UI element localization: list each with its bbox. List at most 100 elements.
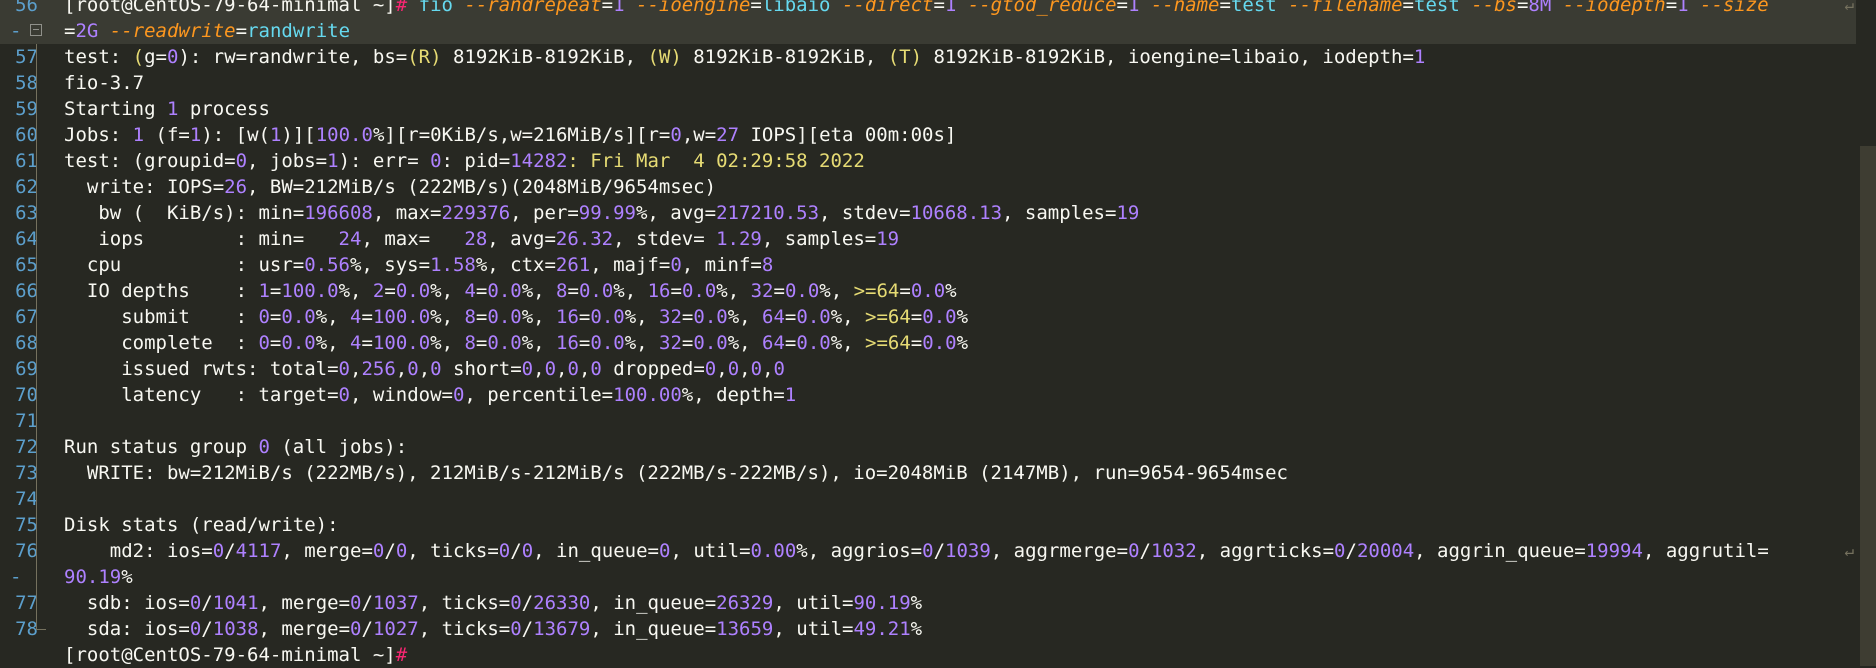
token-default: , (395, 358, 408, 380)
token-op: = (475, 280, 488, 302)
token-num: 0 (338, 358, 350, 380)
token-num: 100.0 (372, 332, 431, 354)
vertical-scrollbar[interactable] (1860, 146, 1876, 666)
token-op: = (773, 280, 785, 302)
line-number: 56 (15, 0, 38, 16)
token-default: %, (624, 306, 660, 328)
token-num: 90.19 (853, 592, 911, 614)
token-num: 0 (510, 618, 522, 640)
token-num: 217210.53 (716, 202, 820, 224)
token-num: 0.00 (750, 540, 797, 562)
token-num: 0.0 (910, 280, 946, 302)
token-num: 99.99 (578, 202, 636, 224)
token-paren: (W) (647, 46, 682, 68)
token-num: 2G (75, 20, 110, 42)
token-num: 4117 (235, 540, 282, 562)
line-content: test: (groupid=0, jobs=1): err= 0: pid=1… (64, 148, 865, 174)
token-op: = (475, 306, 488, 328)
token-num: 0 (727, 358, 740, 380)
line-content: write: IOPS=26, BW=212MiB/s (222MB/s)(20… (64, 174, 716, 200)
token-op: = (750, 0, 762, 16)
token-op: = (1516, 0, 1529, 16)
line-content: bw ( KiB/s): min=196608, max=229376, per… (64, 200, 1139, 226)
token-num: 16 (647, 280, 671, 302)
token-op: = (1665, 0, 1678, 16)
token-op: = (361, 332, 373, 354)
token-num: 1039 (945, 540, 991, 562)
token-num: 1 (269, 124, 282, 146)
token-default: %, (521, 306, 557, 328)
token-default: % (956, 332, 969, 354)
token-default: , percentile= (464, 384, 614, 406)
token-op: = (578, 306, 591, 328)
editor-line: 64 iops : min= 24, max= 28, avg=26.32, s… (0, 226, 1856, 252)
editor-line: 67 submit : 0=0.0%, 4=100.0%, 8=0.0%, 16… (0, 304, 1856, 330)
token-default: cpu : usr= (64, 254, 305, 276)
token-num: 0 (395, 540, 408, 562)
token-default: , aggrticks= (1196, 540, 1335, 562)
token-num: 0 (258, 306, 270, 328)
line-number: - (10, 566, 22, 588)
token-hash: # (395, 0, 419, 16)
token-flag: --bs (1471, 0, 1517, 16)
token-default: , (762, 358, 774, 380)
token-num: 4 (350, 306, 362, 328)
token-default: / (1345, 540, 1357, 562)
token-default: , majf= (590, 254, 671, 276)
token-default: , in_queue= (590, 592, 717, 614)
token-op: = (567, 280, 579, 302)
token-default: %, (819, 280, 854, 302)
terminal-editor[interactable]: 56 [root@CentOS-79-64-minimal ~]# fio --r… (0, 0, 1876, 666)
token-paren: ( (132, 46, 145, 68)
line-number: 76 (15, 540, 38, 562)
token-default: 8192KiB-8192KiB, (681, 46, 888, 68)
token-num: 13659 (716, 618, 774, 640)
token-default: / (521, 592, 534, 614)
token-op: = (155, 46, 167, 68)
editor-line: 78 sda: ios=0/1038, merge=0/1027, ticks=… (0, 616, 1856, 642)
token-default: complete : (64, 332, 259, 354)
token-default: , (556, 358, 568, 380)
token-default: ): err= (338, 150, 431, 172)
token-default: , ticks= (418, 592, 511, 614)
token-num: 0 (1128, 540, 1140, 562)
token-default: , merge= (258, 618, 351, 640)
line-content: Starting 1 process (64, 96, 270, 122)
line-number: 60 (15, 124, 38, 146)
token-num: 19 (1116, 202, 1140, 224)
token-op: = (899, 280, 911, 302)
line-number: 69 (15, 358, 38, 380)
token-prompt: [root@CentOS-79-64-minimal ~] (64, 0, 396, 16)
token-op: = (933, 0, 945, 16)
token-num: 256 (361, 358, 396, 380)
token-default: / (1139, 540, 1151, 562)
editor-line: 61 test: (groupid=0, jobs=1): err= 0: pid… (0, 148, 1856, 174)
token-default: %, sys= (349, 254, 431, 276)
token-default: %, avg= (635, 202, 717, 224)
token-default: (f= (144, 124, 190, 146)
token-num: 0 (773, 358, 785, 380)
fold-guide-line (36, 382, 37, 408)
token-num: 0.0 (796, 306, 831, 328)
token-num: 0 (452, 384, 465, 406)
fold-toggle-icon[interactable] (30, 24, 42, 36)
editor-line: 69 issued rwts: total=0,256,0,0 short=0,… (0, 356, 1856, 382)
token-default: , (578, 358, 591, 380)
token-num: 14282 (510, 150, 568, 172)
token-default: , avg= (487, 228, 556, 250)
token-num: 0 (590, 358, 602, 380)
token-num: 90.19 (64, 566, 122, 588)
fold-guide-line (36, 122, 37, 148)
token-num: 0 (521, 540, 534, 562)
token-flag: --filename (1288, 0, 1403, 16)
token-num: 2 (372, 280, 385, 302)
token-default: 8192KiB-8192KiB, (441, 46, 648, 68)
token-num: 0 (750, 358, 763, 380)
token-num: 1.29 (716, 228, 762, 250)
line-content: [root@CentOS-79-64-minimal ~]# fio --ran… (64, 0, 1769, 18)
token-default: / (201, 592, 213, 614)
token-op: = (784, 332, 797, 354)
token-op: = (681, 306, 694, 328)
token-default: , max= (372, 202, 442, 224)
token-str: >=64 (865, 306, 911, 328)
